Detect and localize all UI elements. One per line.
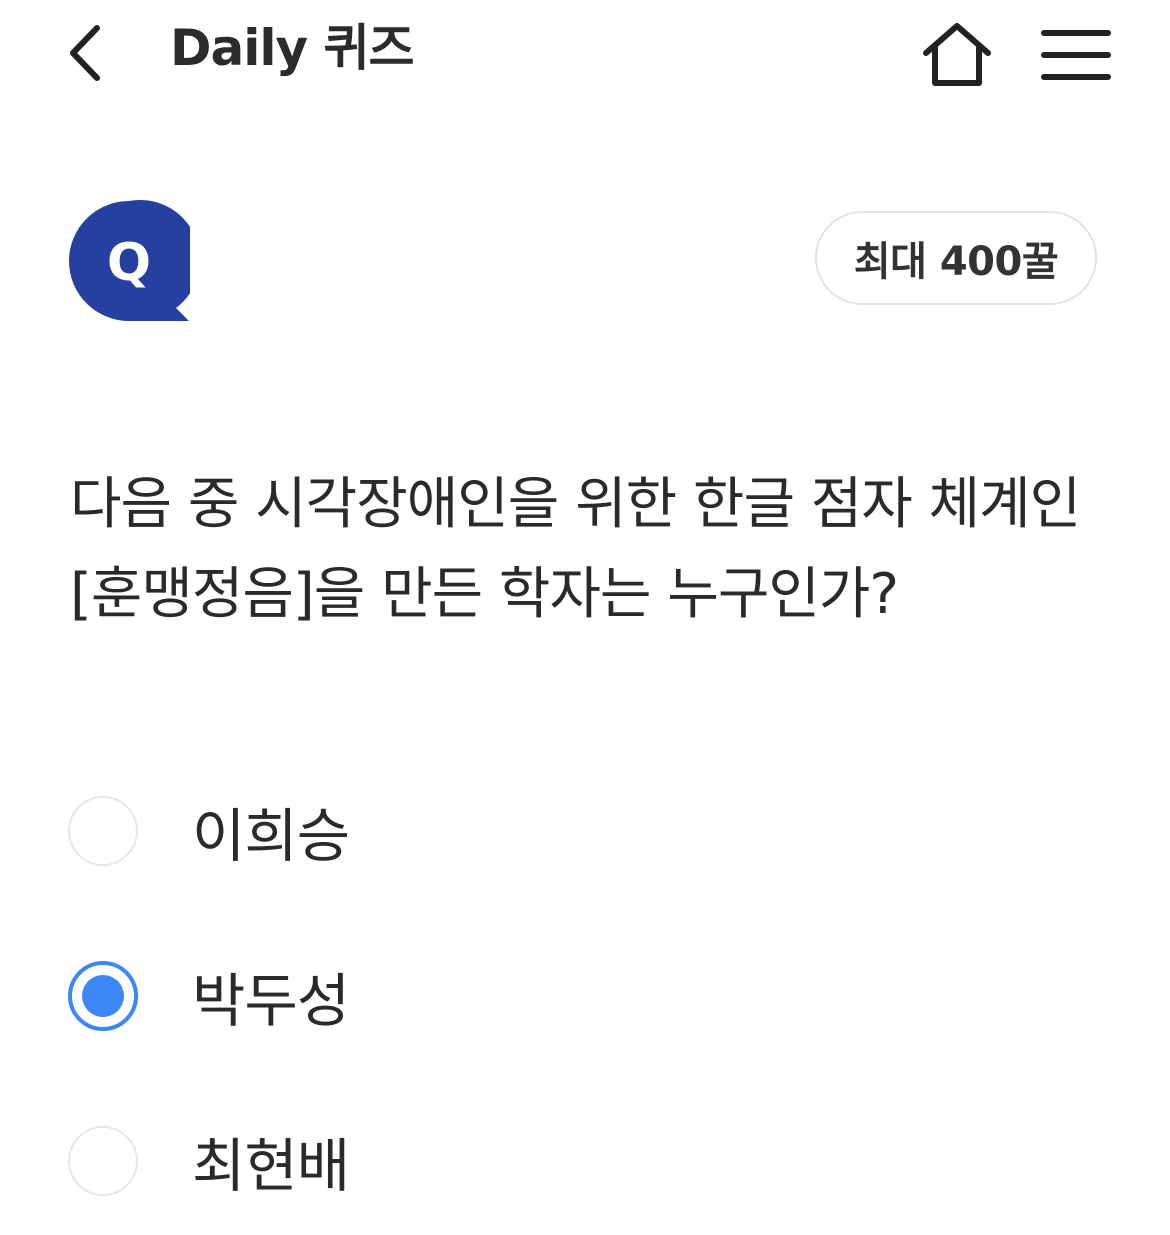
home-button[interactable] bbox=[918, 18, 996, 90]
hamburger-menu-icon bbox=[1041, 30, 1111, 80]
back-button[interactable] bbox=[50, 18, 120, 88]
quiz-page: Daily 퀴즈 Q 최대 400꿀 다음 중 시각장애인을 위한 한글 점자 … bbox=[0, 0, 1170, 1235]
question-badge-icon: Q bbox=[69, 200, 190, 321]
option-label: 이희승 bbox=[192, 802, 350, 870]
radio-button[interactable] bbox=[68, 796, 138, 866]
chevron-left-icon bbox=[70, 25, 100, 81]
option-label: 최현배 bbox=[192, 1132, 350, 1200]
option-3[interactable]: 최현배 bbox=[68, 1116, 1108, 1206]
page-title: Daily 퀴즈 bbox=[170, 19, 415, 77]
header-bar: Daily 퀴즈 bbox=[0, 0, 1170, 110]
home-icon bbox=[923, 23, 991, 86]
question-text: 다음 중 시각장애인을 위한 한글 점자 체계인 [훈맹정음]을 만든 학자는 … bbox=[70, 472, 1081, 627]
reward-badge: 최대 400꿀 bbox=[815, 211, 1097, 305]
menu-button[interactable] bbox=[1036, 20, 1116, 90]
radio-button-selected[interactable] bbox=[68, 961, 138, 1031]
option-2[interactable]: 박두성 bbox=[68, 951, 1108, 1041]
radio-button[interactable] bbox=[68, 1126, 138, 1196]
question-badge-label: Q bbox=[107, 233, 151, 293]
option-label: 박두성 bbox=[192, 967, 350, 1035]
option-1[interactable]: 이희승 bbox=[68, 786, 1108, 876]
